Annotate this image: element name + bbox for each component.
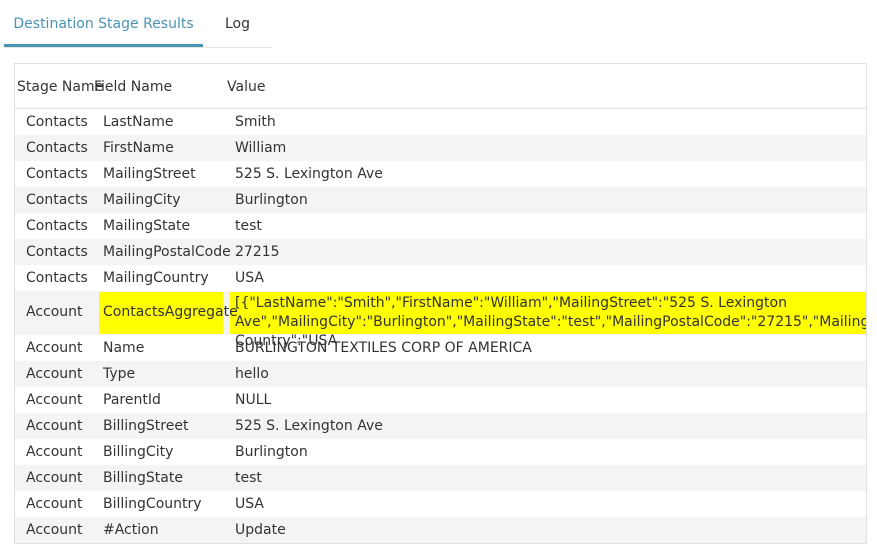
table-header: Stage Name Field Name Value: [15, 64, 866, 109]
cell-stage-name: Account: [26, 522, 83, 538]
cell-value: BURLINGTON TEXTILES CORP OF AMERICA: [235, 340, 532, 356]
table-row[interactable]: Account Name BURLINGTON TEXTILES CORP OF A…: [15, 335, 866, 361]
column-header-field-name: Field Name: [94, 79, 173, 95]
cell-value: test: [235, 218, 262, 234]
cell-value: Update: [235, 522, 286, 538]
table-row[interactable]: Account ParentId NULL: [15, 387, 866, 413]
cell-stage-name: Account: [26, 392, 83, 408]
table-row[interactable]: Contacts MailingPostalCode 27215: [15, 239, 866, 265]
table-row[interactable]: Account BillingState test: [15, 465, 866, 491]
cell-stage-name: Contacts: [26, 270, 88, 286]
cell-stage-name: Account: [26, 470, 83, 486]
cell-field-name: MailingState: [103, 218, 191, 234]
cell-field-name: FirstName: [103, 140, 174, 156]
cell-field-name: Type: [103, 366, 136, 382]
table-row[interactable]: Contacts MailingState test: [15, 213, 866, 239]
table-row[interactable]: Account #Action Update: [15, 517, 866, 543]
table-row[interactable]: Account Type hello: [15, 361, 866, 387]
cell-field-name: BillingStreet: [103, 418, 189, 434]
cell-field-name: MailingStreet: [103, 166, 196, 182]
column-header-stage-name: Stage Name: [17, 79, 104, 95]
cell-value: Burlington: [235, 444, 308, 460]
cell-value: Burlington: [235, 192, 308, 208]
tab-destination-stage-results[interactable]: Destination Stage Results: [4, 0, 203, 47]
cell-value: hello: [235, 366, 269, 382]
table-row[interactable]: Account BillingCountry USA: [15, 491, 866, 517]
results-table: Stage Name Field Name Value Contacts Last…: [14, 63, 867, 544]
cell-field-name: MailingCity: [103, 192, 181, 208]
table-row[interactable]: Contacts FirstName William: [15, 135, 866, 161]
cell-value: NULL: [235, 392, 272, 408]
tab-bar: Destination Stage Results Log: [4, 0, 272, 48]
cell-field-name: BillingCity: [103, 444, 174, 460]
cell-value: USA: [235, 270, 264, 286]
table-row[interactable]: Account ContactsAggregate [{"LastName":"Sm…: [15, 291, 866, 349]
cell-field-name: BillingCountry: [103, 496, 202, 512]
cell-value: USA: [235, 496, 264, 512]
cell-stage-name: Account: [26, 304, 83, 320]
cell-field-name: LastName: [103, 114, 174, 130]
cell-stage-name: Account: [26, 340, 83, 356]
cell-value: William: [235, 140, 287, 156]
cell-stage-name: Contacts: [26, 192, 88, 208]
cell-stage-name: Contacts: [26, 218, 88, 234]
cell-field-name: MailingPostalCode: [103, 244, 231, 260]
cell-value: 525 S. Lexington Ave: [235, 166, 383, 182]
cell-value: test: [235, 470, 262, 486]
table-row[interactable]: Account BillingStreet 525 S. Lexington Ave: [15, 413, 866, 439]
cell-stage-name: Account: [26, 418, 83, 434]
cell-stage-name: Account: [26, 496, 83, 512]
cell-stage-name: Contacts: [26, 166, 88, 182]
cell-field-name: BillingState: [103, 470, 183, 486]
cell-value: 525 S. Lexington Ave: [235, 418, 383, 434]
cell-value: Smith: [235, 114, 276, 130]
cell-stage-name: Account: [26, 444, 83, 460]
cell-field-name: #Action: [103, 522, 159, 538]
table-row[interactable]: Contacts MailingCity Burlington: [15, 187, 866, 213]
cell-field-name: ParentId: [103, 392, 161, 408]
cell-stage-name: Contacts: [26, 244, 88, 260]
cell-value: 27215: [235, 244, 280, 260]
table-row[interactable]: Contacts MailingCountry USA: [15, 265, 866, 291]
cell-stage-name: Account: [26, 366, 83, 382]
cell-stage-name: Contacts: [26, 140, 88, 156]
table-row[interactable]: Contacts MailingStreet 525 S. Lexington Av…: [15, 161, 866, 187]
table-row[interactable]: Account BillingCity Burlington: [15, 439, 866, 465]
cell-field-name: Name: [103, 340, 145, 356]
cell-stage-name: Contacts: [26, 114, 88, 130]
table-row[interactable]: Contacts LastName Smith: [15, 109, 866, 135]
tab-log[interactable]: Log: [203, 0, 272, 47]
cell-field-name: ContactsAggregate: [103, 304, 238, 320]
cell-field-name: MailingCountry: [103, 270, 209, 286]
column-header-value: Value: [227, 79, 266, 95]
